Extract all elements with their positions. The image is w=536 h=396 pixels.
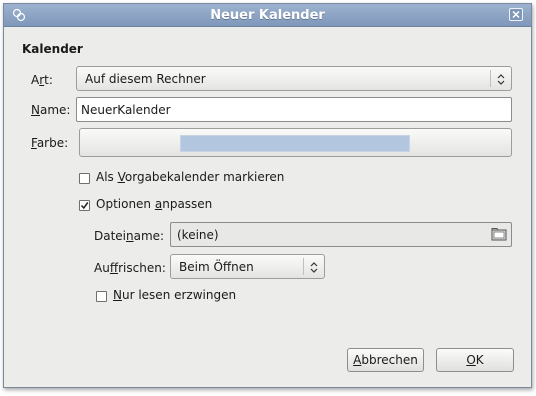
close-button[interactable]: [509, 8, 523, 21]
updown-arrow-icon: [497, 74, 505, 85]
filename-value: (keine): [177, 228, 219, 242]
dialog-window: Neuer Kalender Kalender Art: Auf diesem …: [3, 3, 532, 388]
art-value: Auf diesem Rechner: [85, 72, 206, 86]
title-bar[interactable]: Neuer Kalender: [4, 4, 531, 27]
customize-options-label[interactable]: Optionen anpassen: [96, 197, 212, 211]
folder-icon[interactable]: [491, 227, 507, 241]
name-value: NeuerKalender: [81, 103, 171, 117]
art-combobox[interactable]: Auf diesem Rechner: [76, 66, 512, 91]
art-label: Art:: [31, 73, 53, 87]
readonly-label[interactable]: Nur lesen erzwingen: [113, 288, 236, 302]
filename-label: Dateiname:: [94, 229, 165, 243]
refresh-value: Beim Öffnen: [179, 260, 254, 274]
name-field[interactable]: NeuerKalender: [76, 97, 512, 122]
name-label: Name:: [31, 103, 71, 117]
close-icon: [512, 10, 520, 19]
color-swatch: [180, 135, 410, 152]
default-calendar-label[interactable]: Als Vorgabekalender markieren: [96, 170, 284, 184]
farbe-label: Farbe:: [31, 136, 69, 150]
refresh-label: Auffrischen:: [94, 261, 166, 275]
checkmark-icon: [80, 202, 89, 210]
ok-button[interactable]: OK: [436, 348, 514, 372]
filename-field[interactable]: (keine): [170, 222, 512, 247]
readonly-checkbox[interactable]: [96, 291, 107, 302]
updown-arrow-icon: [310, 262, 318, 273]
window-title: Neuer Kalender: [210, 8, 325, 23]
combo-arrow: [490, 70, 511, 87]
customize-options-checkbox[interactable]: [79, 200, 90, 211]
cancel-button[interactable]: Abbrechen: [347, 348, 424, 372]
combo-arrow: [303, 258, 324, 275]
section-title: Kalender: [22, 42, 83, 56]
refresh-combobox[interactable]: Beim Öffnen: [170, 254, 325, 279]
color-picker-button[interactable]: [79, 128, 512, 157]
default-calendar-checkbox[interactable]: [79, 173, 90, 184]
